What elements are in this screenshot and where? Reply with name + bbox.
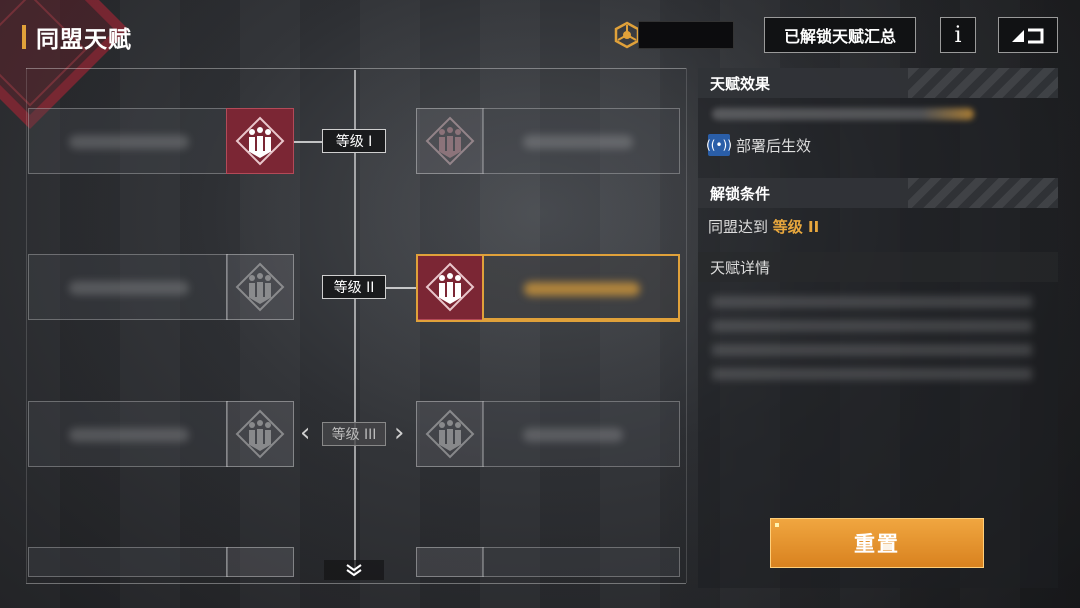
- talent-card-4-left[interactable]: [28, 547, 228, 577]
- talent-node-3-right[interactable]: [416, 401, 484, 467]
- alliance-resource: [612, 20, 734, 50]
- talent-node-4-right[interactable]: [416, 547, 484, 577]
- talent-name-blurred: [524, 282, 640, 296]
- reset-button-label: 重置: [854, 532, 900, 556]
- tree-frame-bottom: [26, 583, 686, 584]
- alliance-shield-icon: [235, 409, 285, 459]
- back-icon: [1012, 28, 1044, 44]
- talent-card-3-right[interactable]: [482, 401, 680, 467]
- deploy-effect-label: 部署后生效: [736, 136, 812, 155]
- talent-effect-heading: 天赋效果: [698, 68, 1058, 98]
- talent-card-2-right-selected[interactable]: [482, 254, 680, 320]
- button-corner-dot: [775, 523, 779, 527]
- tier-label-1: 等级 I: [322, 129, 386, 153]
- alliance-shield-icon: [235, 116, 285, 166]
- talent-effect-text-blurred: [712, 108, 974, 120]
- talent-node-1-right[interactable]: [416, 108, 484, 174]
- talent-name-blurred: [69, 428, 189, 442]
- chevron-right-icon[interactable]: ›: [394, 420, 404, 446]
- unlock-condition-level: 等级 II: [772, 218, 820, 236]
- talent-card-1-right[interactable]: [482, 108, 680, 174]
- unlock-condition-text: 同盟达到 等级 II: [708, 216, 819, 237]
- tier-label-3: 等级 III: [322, 422, 386, 446]
- tier-label-2: 等级 II: [322, 275, 386, 299]
- talent-node-2-left[interactable]: [226, 254, 294, 320]
- page-title: 同盟天赋: [36, 27, 132, 53]
- talent-detail-heading: 天赋详情: [698, 252, 1058, 282]
- talent-card-1-left[interactable]: [28, 108, 228, 174]
- talent-name-blurred: [69, 281, 189, 295]
- reset-button[interactable]: 重置: [770, 518, 984, 568]
- double-chevron-down-icon: [346, 564, 362, 577]
- alliance-shield-icon: [425, 262, 475, 312]
- talent-card-4-right[interactable]: [482, 547, 680, 577]
- talent-node-1-left[interactable]: [226, 108, 294, 174]
- talent-name-blurred: [523, 428, 623, 442]
- talent-node-4-left[interactable]: [226, 547, 294, 577]
- tier-1-connector: [294, 141, 322, 143]
- scroll-down-button[interactable]: [324, 560, 384, 580]
- unlocked-talents-summary-button[interactable]: 已解锁天赋汇总: [764, 17, 916, 53]
- tier-2-connector: [386, 287, 416, 289]
- alliance-shield-icon: [235, 262, 285, 312]
- broadcast-icon: ((•)): [706, 134, 732, 156]
- alliance-shield-icon: [425, 116, 475, 166]
- talent-card-2-left[interactable]: [28, 254, 228, 320]
- deploy-effect-row: ((•)) 部署后生效: [706, 134, 812, 156]
- unlock-condition-prefix: 同盟达到: [708, 218, 773, 236]
- tree-frame-right: [686, 68, 687, 583]
- title-accent: [22, 25, 26, 49]
- info-button[interactable]: i: [940, 17, 976, 53]
- alliance-shield-icon: [425, 409, 475, 459]
- talent-node-2-right[interactable]: [416, 254, 484, 320]
- unlock-condition-heading: 解锁条件: [698, 178, 1058, 208]
- talent-node-3-left[interactable]: [226, 401, 294, 467]
- resource-value-bar: [638, 21, 734, 49]
- back-button[interactable]: [998, 17, 1058, 53]
- tree-frame-left: [26, 68, 27, 583]
- talent-card-3-left[interactable]: [28, 401, 228, 467]
- tree-frame-top: [26, 68, 686, 69]
- chevron-left-icon[interactable]: ‹: [300, 420, 310, 446]
- page-header: 同盟天赋: [22, 20, 132, 54]
- talent-name-blurred: [69, 135, 189, 149]
- talent-name-blurred: [523, 135, 633, 149]
- talent-detail-text-blurred: [712, 296, 1032, 380]
